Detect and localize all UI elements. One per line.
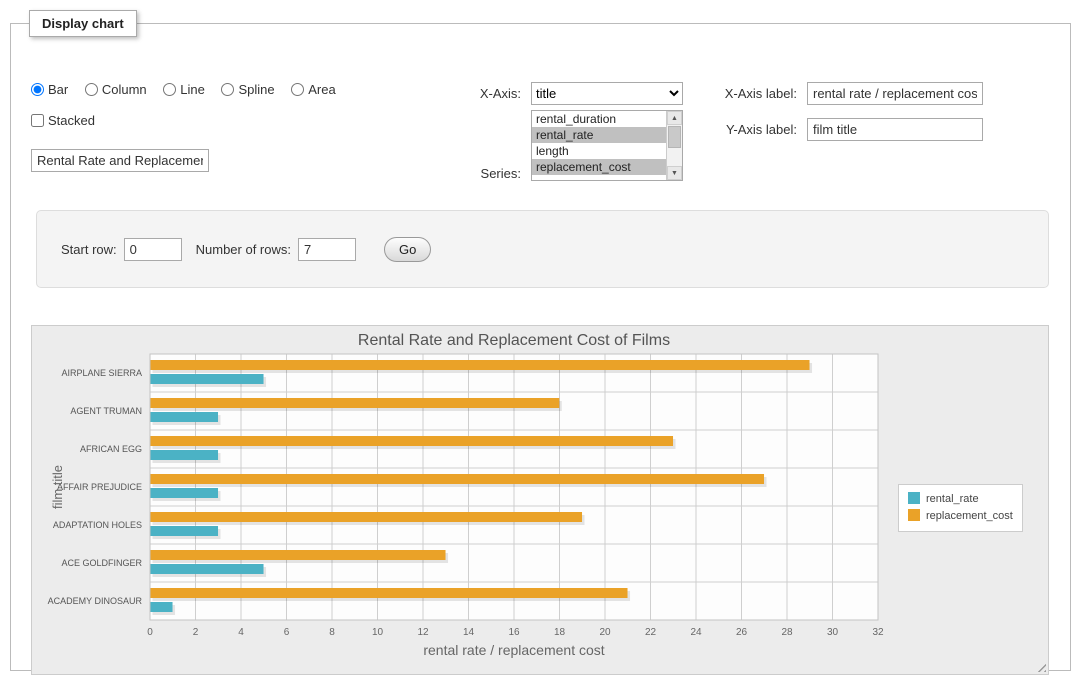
svg-text:18: 18	[554, 627, 566, 638]
svg-text:AIRPLANE SIERRA: AIRPLANE SIERRA	[61, 368, 142, 378]
chart-title: Rental Rate and Replacement Cost of Film…	[150, 332, 878, 350]
svg-text:24: 24	[690, 627, 702, 638]
scroll-down-icon[interactable]: ▼	[667, 166, 682, 180]
series-option[interactable]: length	[532, 143, 666, 159]
scrollbar-thumb[interactable]	[668, 126, 681, 148]
svg-text:10: 10	[372, 627, 384, 638]
x-axis-select[interactable]: title	[531, 82, 683, 105]
svg-text:ACE GOLDFINGER: ACE GOLDFINGER	[61, 558, 142, 568]
stacked-option[interactable]: Stacked	[31, 113, 95, 128]
series-option[interactable]: replacement_cost	[532, 159, 666, 175]
svg-text:26: 26	[736, 627, 748, 638]
legend-item: rental_rate	[908, 491, 1013, 508]
svg-text:4: 4	[238, 627, 244, 638]
chart-type-label: Spline	[238, 82, 274, 97]
chart-type-radio[interactable]	[221, 83, 234, 96]
x-axis-label-input[interactable]	[807, 82, 983, 105]
chart-type-label: Column	[102, 82, 147, 97]
chart-type-label: Area	[308, 82, 335, 97]
svg-text:ADAPTATION HOLES: ADAPTATION HOLES	[53, 520, 142, 530]
stacked-label: Stacked	[48, 113, 95, 128]
series-option[interactable]: rental_rate	[532, 127, 666, 143]
svg-text:32: 32	[872, 627, 884, 638]
svg-text:AFRICAN EGG: AFRICAN EGG	[80, 444, 142, 454]
series-label-text: Series:	[451, 166, 521, 181]
row-range-fieldset: Start row: Number of rows: Go	[36, 210, 1049, 288]
series-listbox[interactable]: rental_durationrental_ratelengthreplacem…	[531, 110, 683, 181]
chart-panel: 02468101214161820222426283032AIRPLANE SI…	[31, 325, 1049, 675]
svg-text:30: 30	[827, 627, 839, 638]
svg-text:0: 0	[147, 627, 153, 638]
go-button[interactable]: Go	[384, 237, 431, 262]
svg-text:2: 2	[193, 627, 199, 638]
num-rows-label: Number of rows:	[196, 242, 291, 257]
chart-type-radio[interactable]	[85, 83, 98, 96]
series-options: rental_durationrental_ratelengthreplacem…	[532, 111, 666, 180]
stacked-checkbox[interactable]	[31, 114, 44, 127]
chart-type-option-column[interactable]: Column	[85, 82, 147, 97]
svg-text:AGENT TRUMAN: AGENT TRUMAN	[70, 406, 142, 416]
legend-item: replacement_cost	[908, 508, 1013, 525]
chart-type-radiogroup: Bar Column Line Spline Area	[31, 82, 349, 97]
chart-type-label: Line	[180, 82, 205, 97]
series-option[interactable]: rental_duration	[532, 111, 666, 127]
scroll-up-icon[interactable]: ▲	[667, 111, 682, 125]
x-axis-label-text: X-Axis:	[451, 86, 521, 101]
chart-type-option-area[interactable]: Area	[291, 82, 335, 97]
stacked-row: Stacked	[31, 113, 95, 128]
svg-text:6: 6	[284, 627, 290, 638]
svg-text:16: 16	[508, 627, 520, 638]
chart-type-radio[interactable]	[291, 83, 304, 96]
svg-text:12: 12	[417, 627, 429, 638]
fieldset-legend: Display chart	[29, 10, 137, 37]
y-axis-label-input[interactable]	[807, 118, 983, 141]
legend-label: replacement_cost	[926, 510, 1013, 522]
display-chart-fieldset: Display chart Bar Column Line Spline Are…	[10, 10, 1071, 671]
start-row-label: Start row:	[61, 242, 117, 257]
chart-type-radio[interactable]	[31, 83, 44, 96]
legend-label: rental_rate	[926, 493, 979, 505]
chart-type-option-spline[interactable]: Spline	[221, 82, 274, 97]
svg-text:14: 14	[463, 627, 475, 638]
chart-legend: rental_rate replacement_cost	[898, 484, 1023, 532]
x-axis-label-field-label: X-Axis label:	[697, 86, 797, 101]
x-axis-title: rental rate / replacement cost	[150, 642, 878, 658]
svg-text:20: 20	[599, 627, 611, 638]
svg-text:8: 8	[329, 627, 335, 638]
chart-type-radio[interactable]	[163, 83, 176, 96]
y-axis-label-field-label: Y-Axis label:	[697, 122, 797, 137]
svg-text:22: 22	[645, 627, 657, 638]
legend-swatch-replacement-cost	[908, 509, 920, 521]
bar-chart: 02468101214161820222426283032AIRPLANE SI…	[32, 326, 1048, 674]
num-rows-input[interactable]	[298, 238, 356, 261]
legend-swatch-rental-rate	[908, 492, 920, 504]
chart-title-input[interactable]	[31, 149, 209, 172]
start-row-input[interactable]	[124, 238, 182, 261]
listbox-scrollbar[interactable]: ▲ ▼	[666, 111, 682, 180]
y-axis-title: film title	[50, 354, 65, 620]
svg-text:28: 28	[781, 627, 793, 638]
chart-type-label: Bar	[48, 82, 68, 97]
svg-text:AFFAIR PREJUDICE: AFFAIR PREJUDICE	[57, 482, 142, 492]
chart-type-option-bar[interactable]: Bar	[31, 82, 68, 97]
chart-type-option-line[interactable]: Line	[163, 82, 205, 97]
